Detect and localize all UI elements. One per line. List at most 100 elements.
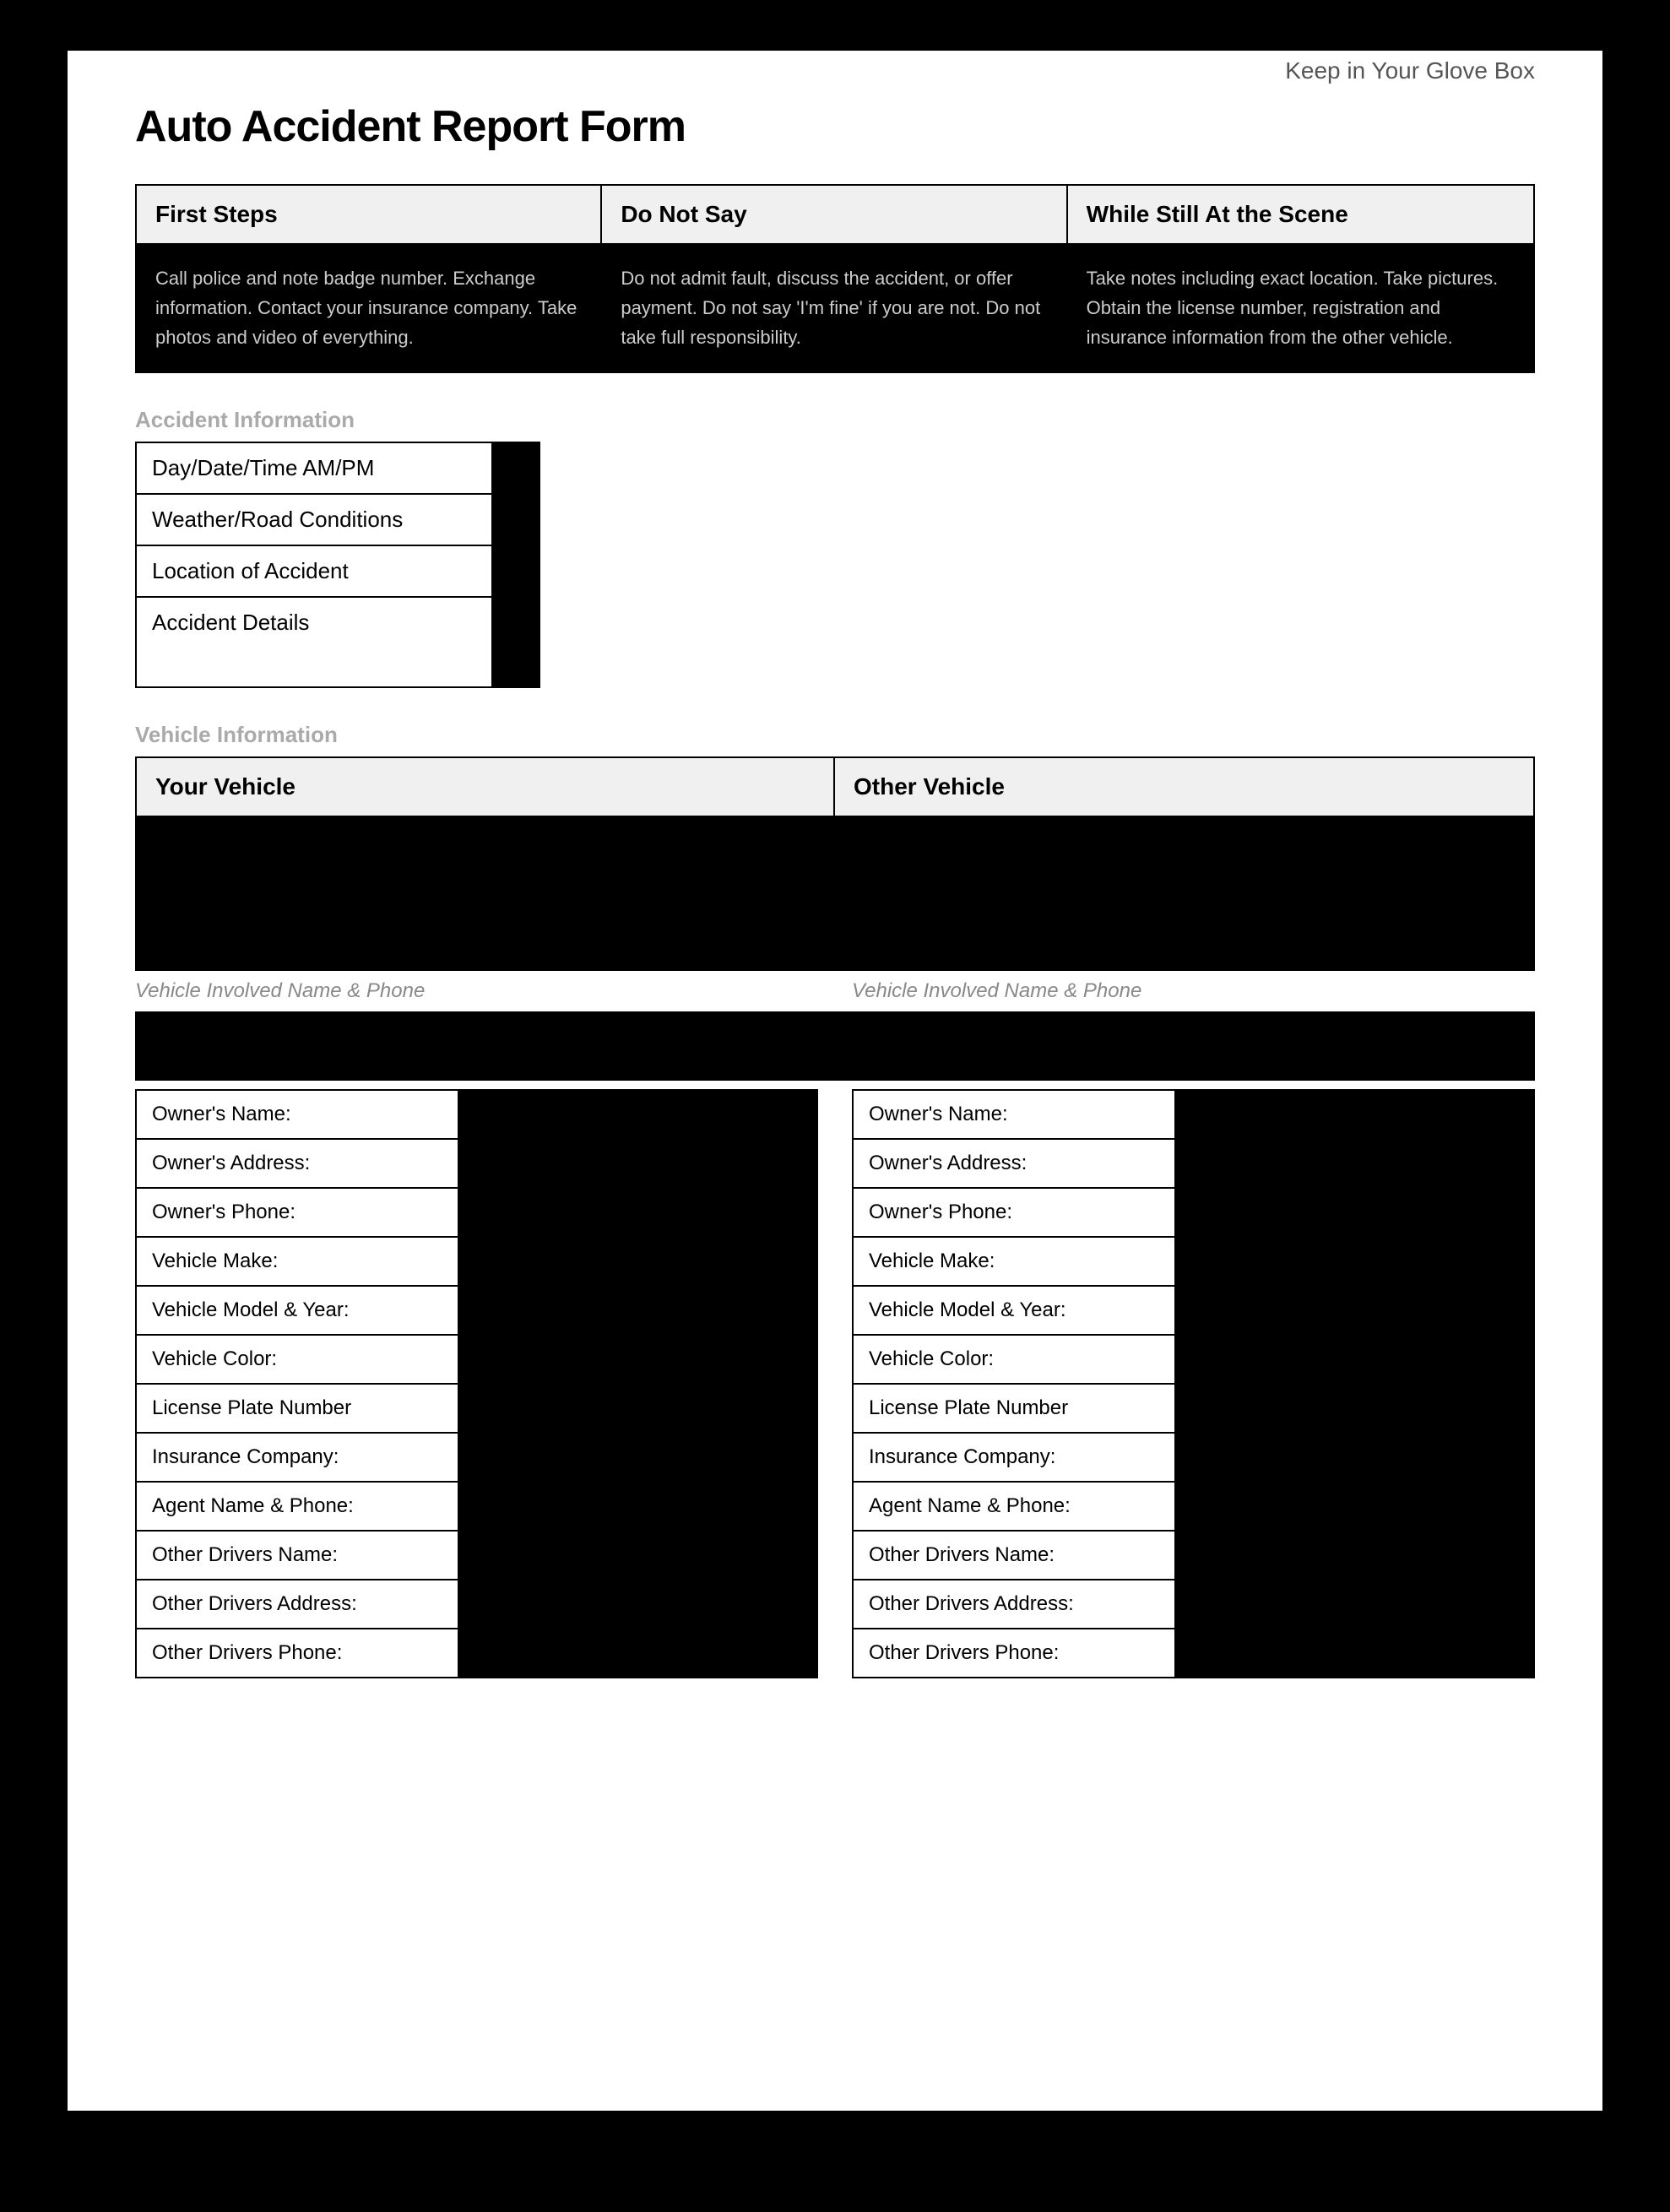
field-owners-address: Owner's Address: (137, 1140, 816, 1189)
vehicle-image-other (835, 817, 1533, 969)
label-other-vehicle-color: Vehicle Color: (854, 1336, 1174, 1383)
label-vehicle-color: Vehicle Color: (137, 1336, 458, 1383)
label-agent-name-phone: Agent Name & Phone: (137, 1483, 458, 1530)
your-vehicle-label: Vehicle Involved Name & Phone (135, 979, 818, 1003)
field-other-license-plate: License Plate Number (854, 1385, 1533, 1434)
label-owners-phone: Owner's Phone: (137, 1189, 458, 1236)
form-label-datetime: Day/Date/Time AM/PM (137, 443, 491, 493)
value-other-owners-phone[interactable] (1174, 1189, 1533, 1236)
label-other-agent-name-phone: Agent Name & Phone: (854, 1483, 1174, 1530)
label-owners-name: Owner's Name: (137, 1091, 458, 1138)
field-other-drivers-name2: Other Drivers Name: (854, 1532, 1533, 1580)
value-other-drivers-phone2[interactable] (1174, 1629, 1533, 1677)
content-do-not-say: Do not admit fault, discuss the accident… (602, 245, 1067, 371)
label-vehicle-make: Vehicle Make: (137, 1238, 458, 1285)
label-other-license-plate: License Plate Number (854, 1385, 1174, 1432)
field-owners-name: Owner's Name: (137, 1091, 816, 1140)
value-owners-phone[interactable] (458, 1189, 816, 1236)
vehicle-names-other (835, 1011, 1533, 1079)
content-row: Call police and note badge number. Excha… (135, 245, 1535, 373)
label-other-owners-phone: Owner's Phone: (854, 1189, 1174, 1236)
form-value-datetime[interactable] (491, 443, 539, 493)
value-other-agent-name-phone[interactable] (1174, 1483, 1533, 1530)
page-container: Auto Accident Report Form Keep in Your G… (68, 51, 1602, 2111)
vehicle-names-your (137, 1011, 835, 1079)
label-other-insurance-company: Insurance Company: (854, 1434, 1174, 1481)
value-owners-address[interactable] (458, 1140, 816, 1187)
label-vehicle-model-year: Vehicle Model & Year: (137, 1287, 458, 1334)
value-insurance-company[interactable] (458, 1434, 816, 1481)
field-agent-name-phone: Agent Name & Phone: (137, 1483, 816, 1532)
form-row-datetime: Day/Date/Time AM/PM (137, 443, 539, 495)
header-while-at-scene: While Still At the Scene (1068, 186, 1533, 243)
label-other-drivers-address: Other Drivers Address: (137, 1580, 458, 1628)
form-value-location[interactable] (491, 546, 539, 596)
value-other-license-plate[interactable] (1174, 1385, 1533, 1432)
value-other-drivers-phone[interactable] (458, 1629, 816, 1677)
form-row-location: Location of Accident (137, 546, 539, 598)
form-value-details[interactable] (491, 598, 539, 686)
content-while-at-scene: Take notes including exact location. Tak… (1068, 245, 1533, 371)
field-other-insurance-company: Insurance Company: (854, 1434, 1533, 1483)
value-vehicle-color[interactable] (458, 1336, 816, 1383)
label-insurance-company: Insurance Company: (137, 1434, 458, 1481)
value-other-vehicle-model-year[interactable] (1174, 1287, 1533, 1334)
vehicle-form-row: Owner's Name: Owner's Address: Owner's P… (135, 1089, 1535, 1678)
other-vehicle-label: Vehicle Involved Name & Phone (852, 979, 1535, 1003)
field-other-vehicle-make: Vehicle Make: (854, 1238, 1533, 1287)
value-vehicle-make[interactable] (458, 1238, 816, 1285)
field-other-vehicle-model-year: Vehicle Model & Year: (854, 1287, 1533, 1336)
value-other-owners-name[interactable] (1174, 1091, 1533, 1138)
value-owners-name[interactable] (458, 1091, 816, 1138)
field-other-owners-phone: Owner's Phone: (854, 1189, 1533, 1238)
value-other-drivers-address2[interactable] (1174, 1580, 1533, 1628)
label-other-vehicle-make: Vehicle Make: (854, 1238, 1174, 1285)
vehicle-info-section-label: Vehicle Information (135, 722, 1535, 748)
value-vehicle-model-year[interactable] (458, 1287, 816, 1334)
label-other-drivers-phone2: Other Drivers Phone: (854, 1629, 1174, 1677)
field-other-drivers-phone: Other Drivers Phone: (137, 1629, 816, 1677)
label-license-plate: License Plate Number (137, 1385, 458, 1432)
field-other-drivers-address: Other Drivers Address: (137, 1580, 816, 1629)
label-other-owners-address: Owner's Address: (854, 1140, 1174, 1187)
your-vehicle-form: Owner's Name: Owner's Address: Owner's P… (135, 1089, 818, 1678)
field-vehicle-make: Vehicle Make: (137, 1238, 816, 1287)
field-other-agent-name-phone: Agent Name & Phone: (854, 1483, 1533, 1532)
field-other-vehicle-color: Vehicle Color: (854, 1336, 1533, 1385)
field-other-drivers-address2: Other Drivers Address: (854, 1580, 1533, 1629)
value-agent-name-phone[interactable] (458, 1483, 816, 1530)
value-other-drivers-name2[interactable] (1174, 1532, 1533, 1579)
field-other-owners-name: Owner's Name: (854, 1091, 1533, 1140)
value-other-drivers-address[interactable] (458, 1580, 816, 1628)
field-other-drivers-name: Other Drivers Name: (137, 1532, 816, 1580)
field-vehicle-color: Vehicle Color: (137, 1336, 816, 1385)
form-label-weather: Weather/Road Conditions (137, 495, 491, 545)
field-insurance-company: Insurance Company: (137, 1434, 816, 1483)
value-other-vehicle-make[interactable] (1174, 1238, 1533, 1285)
other-vehicle-form: Owner's Name: Owner's Address: Owner's P… (852, 1089, 1535, 1678)
form-row-details: Accident Details (137, 598, 539, 686)
value-other-vehicle-color[interactable] (1174, 1336, 1533, 1383)
field-vehicle-model-year: Vehicle Model & Year: (137, 1287, 816, 1336)
vehicle-names-row (135, 1011, 1535, 1081)
form-row-weather: Weather/Road Conditions (137, 495, 539, 546)
field-other-drivers-phone2: Other Drivers Phone: (854, 1629, 1533, 1677)
value-license-plate[interactable] (458, 1385, 816, 1432)
form-value-weather[interactable] (491, 495, 539, 545)
label-other-vehicle-model-year: Vehicle Model & Year: (854, 1287, 1174, 1334)
field-other-owners-address: Owner's Address: (854, 1140, 1533, 1189)
accident-info-section-label: Accident Information (135, 407, 1535, 433)
header-do-not-say: Do Not Say (602, 186, 1067, 243)
vehicle-header-row: Your Vehicle Other Vehicle (135, 756, 1535, 817)
vehicle-header-your: Your Vehicle (137, 758, 835, 816)
value-other-insurance-company[interactable] (1174, 1434, 1533, 1481)
field-owners-phone: Owner's Phone: (137, 1189, 816, 1238)
vehicle-content-row (135, 817, 1535, 971)
vehicle-labels-row: Vehicle Involved Name & Phone Vehicle In… (135, 979, 1535, 1003)
page-title: Auto Accident Report Form (135, 101, 686, 152)
title-area: Auto Accident Report Form Keep in Your G… (135, 101, 1535, 159)
label-other-drivers-address2: Other Drivers Address: (854, 1580, 1174, 1628)
value-other-drivers-name[interactable] (458, 1532, 816, 1579)
value-other-owners-address[interactable] (1174, 1140, 1533, 1187)
subtitle: Keep in Your Glove Box (1285, 57, 1535, 84)
